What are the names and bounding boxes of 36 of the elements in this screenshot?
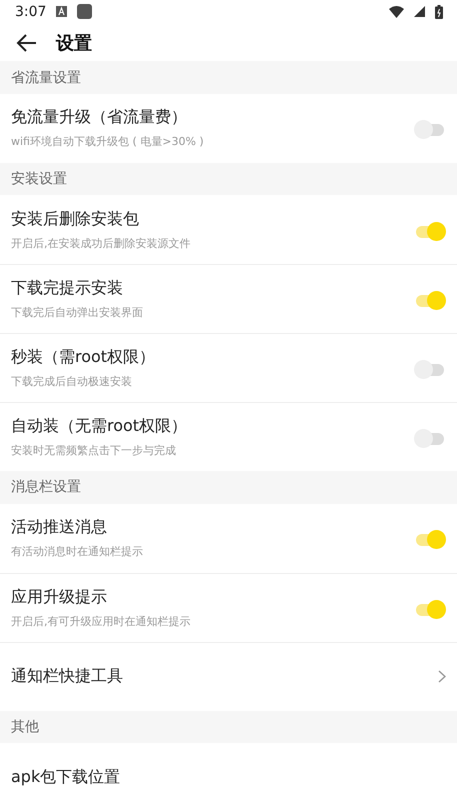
battery-icon <box>435 4 443 19</box>
setting-description: 有活动消息时在通知栏提示 <box>11 544 144 560</box>
toggle-switch[interactable] <box>414 289 446 310</box>
toggle-switch[interactable] <box>414 220 446 240</box>
notification-icon <box>56 6 68 18</box>
section-header: 省流量设置 <box>0 61 457 94</box>
toggle-switch[interactable] <box>414 528 446 548</box>
setting-title: 活动推送消息 <box>11 517 108 538</box>
status-time: 3:07 <box>15 4 46 20</box>
setting-title: 安装后删除安装包 <box>11 208 140 230</box>
setting-description: 下载完后自动弹出安装界面 <box>11 305 144 320</box>
setting-description: 开启后,在安装成功后删除安装源文件 <box>11 236 192 251</box>
setting-description: 安装时无需频繁点击下一步与完成 <box>11 443 177 458</box>
signal-icon <box>414 6 425 18</box>
setting-title: 免流量升级（省流量费） <box>11 107 188 128</box>
back-button[interactable] <box>16 32 38 54</box>
setting-title: 秒装（需root权限） <box>11 347 156 368</box>
setting-title: 通知栏快捷工具 <box>11 666 124 688</box>
setting-title: 自动装（无需root权限） <box>11 416 188 438</box>
setting-description: 开启后,有可升级应用时在通知栏提示 <box>11 614 192 629</box>
setting-title: 应用升级提示 <box>11 586 108 608</box>
setting-description: 下载完成后自动极速安装 <box>11 374 133 390</box>
section-header: 安装设置 <box>0 162 457 196</box>
section-header: 消息栏设置 <box>0 471 457 504</box>
page-title: 设置 <box>56 32 92 55</box>
wifi-icon <box>389 6 404 18</box>
toggle-switch[interactable] <box>414 358 446 378</box>
setting-title: apk包下载位置 <box>11 767 122 788</box>
toggle-switch[interactable] <box>414 427 446 448</box>
setting-description: wifi环境自动下载升级包 ( 电量>30% ) <box>11 134 205 150</box>
chevron-right-icon <box>438 670 446 684</box>
toggle-switch[interactable] <box>414 118 446 138</box>
setting-title: 下载完提示安装 <box>11 278 124 300</box>
section-header: 其他 <box>0 710 457 744</box>
app-notification-icon <box>77 4 92 20</box>
toggle-switch[interactable] <box>414 598 446 618</box>
